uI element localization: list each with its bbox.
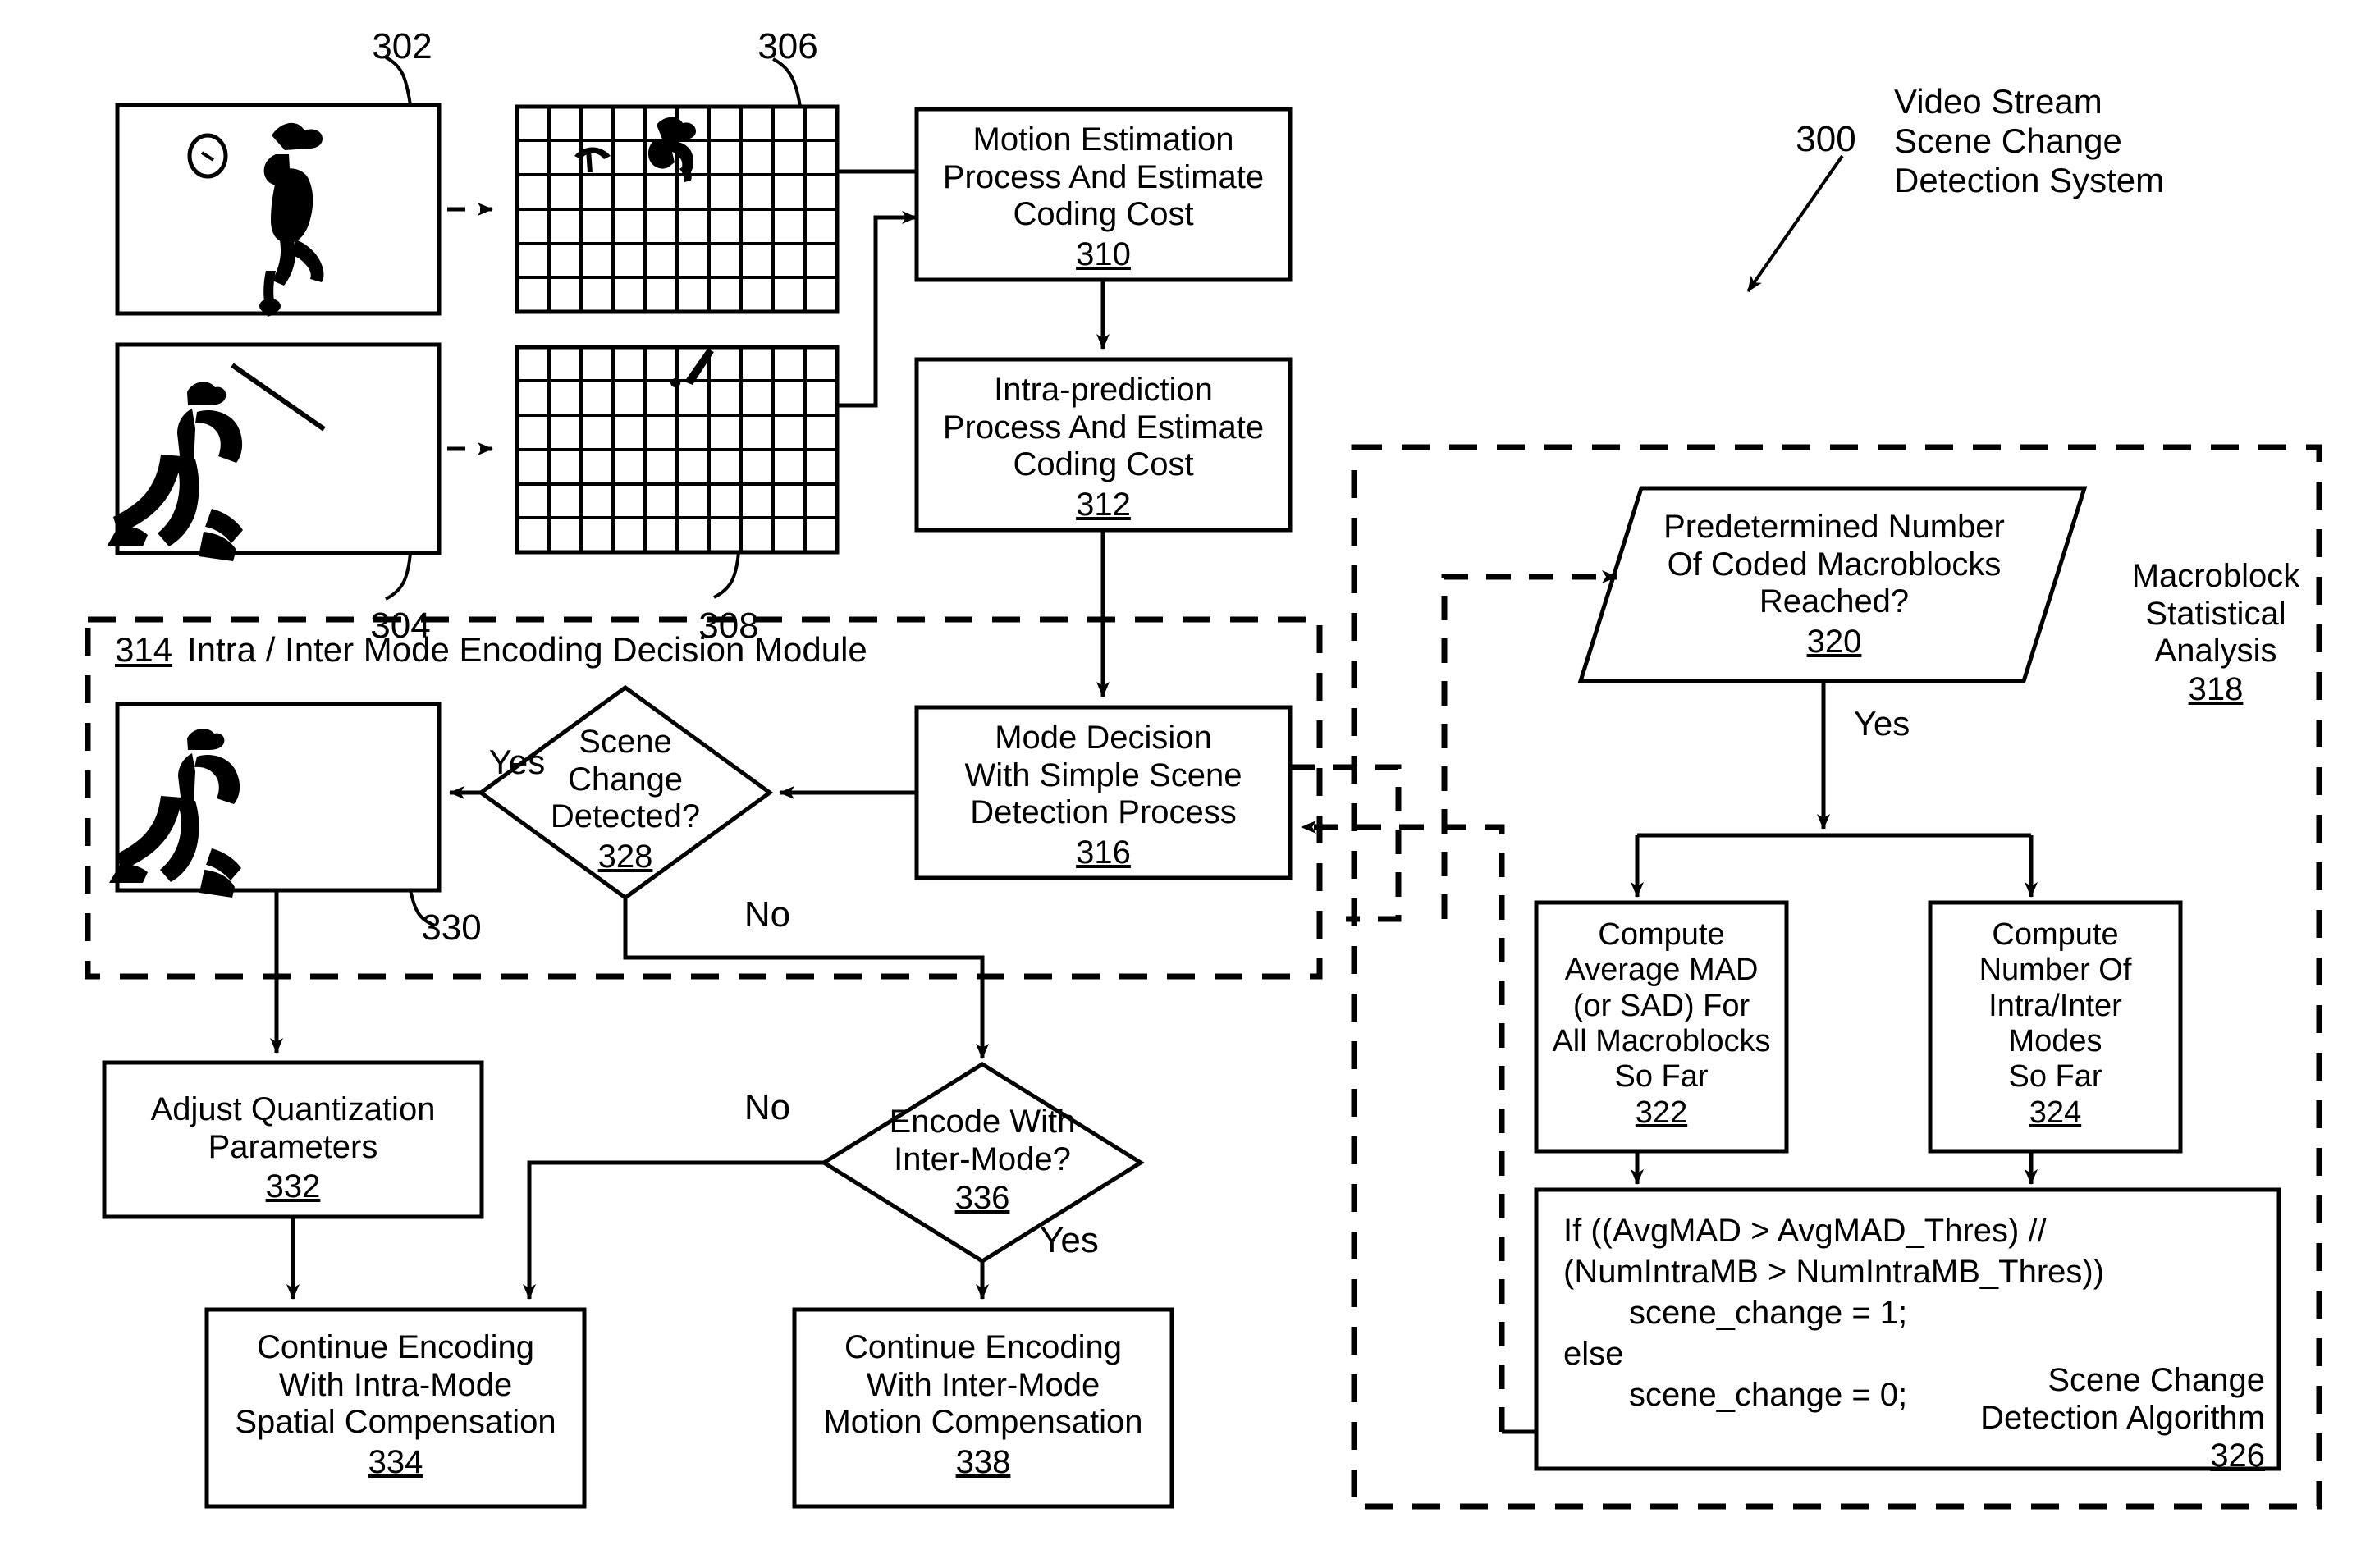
decision-336-label: Encode With Inter-Mode? <box>889 1104 1076 1177</box>
module-314-num: 314 <box>115 630 173 669</box>
box-324-label: Compute Number Of Intra/Inter Modes So F… <box>1979 917 2132 1095</box>
patent-figure-canvas: 302 306 304 308 330 300 Video Stream Sce… <box>0 0 2361 1568</box>
ref-330: 330 <box>421 907 482 948</box>
video-frame-304 <box>115 342 442 555</box>
edge-no-336: No <box>744 1087 791 1127</box>
module-318-label: Macroblock Statistical Analysis <box>2131 558 2300 670</box>
box-310-num: 310 <box>1076 236 1131 272</box>
box-334-label: Continue Encoding With Intra-Mode Spatia… <box>235 1329 556 1441</box>
box-312-label: Intra-prediction Process And Estimate Co… <box>942 372 1265 483</box>
figure-title: Video Stream Scene Change Detection Syst… <box>1894 82 2165 199</box>
leader-300 <box>1746 154 1844 293</box>
feedback-326-to-316 <box>1301 821 1505 1432</box>
box-332-num: 332 <box>265 1168 321 1205</box>
leader-304 <box>385 552 412 601</box>
decision-328-num: 328 <box>597 839 653 875</box>
leader-308 <box>713 551 740 599</box>
box-312-num: 312 <box>1076 487 1131 523</box>
macroblock-grid-306 <box>515 104 840 314</box>
box-310-label: Motion Estimation Process And Estimate C… <box>942 121 1265 233</box>
box-326-num: 326 <box>2210 1438 2265 1474</box>
arrow-336-no <box>523 1160 824 1300</box>
box-334-num: 334 <box>368 1444 423 1480</box>
box-324-num: 324 <box>2029 1095 2082 1130</box>
decision-336-num: 336 <box>954 1180 1010 1216</box>
ref-302: 302 <box>372 26 432 66</box>
box-338-label: Continue Encoding With Inter-Mode Motion… <box>823 1329 1143 1441</box>
module-314-label: Intra / Inter Mode Encoding Decision Mod… <box>187 630 867 669</box>
box-326-line2: (NumIntraMB > NumIntraMB_Thres)) <box>1563 1254 2105 1290</box>
edge-no-328: No <box>744 894 791 935</box>
edge-yes-320: Yes <box>1853 704 1910 743</box>
box-332-label: Adjust Quantization Parameters <box>150 1091 436 1165</box>
edge-yes-328: Yes <box>488 743 546 781</box>
macroblock-grid-308 <box>515 345 840 555</box>
ref-306: 306 <box>757 26 818 66</box>
box-316-num: 316 <box>1076 834 1131 871</box>
box-322-label: Compute Average MAD (or SAD) For All Mac… <box>1552 917 1771 1095</box>
box-322-num: 322 <box>1635 1095 1688 1130</box>
decision-320-label: Predetermined Number Of Coded Macroblock… <box>1663 509 2005 620</box>
box-326-caption: Scene Change Detection Algorithm <box>1980 1362 2265 1436</box>
box-326-line3: scene_change = 1; <box>1629 1295 1908 1331</box>
link-308-to-310 <box>837 211 917 408</box>
module-318-num: 318 <box>2188 671 2244 707</box>
box-338-num: 338 <box>955 1444 1011 1480</box>
decision-320-num: 320 <box>1806 624 1862 660</box>
ref-300: 300 <box>1796 119 1856 159</box>
box-316-label: Mode Decision With Simple Scene Detectio… <box>964 720 1242 831</box>
box-326-line1: If ((AvgMAD > AvgMAD_Thres) // <box>1563 1213 2047 1249</box>
feedback-into-320 <box>1441 570 1617 919</box>
dash-316-out <box>1290 764 1402 922</box>
edge-yes-336: Yes <box>1040 1220 1099 1260</box>
